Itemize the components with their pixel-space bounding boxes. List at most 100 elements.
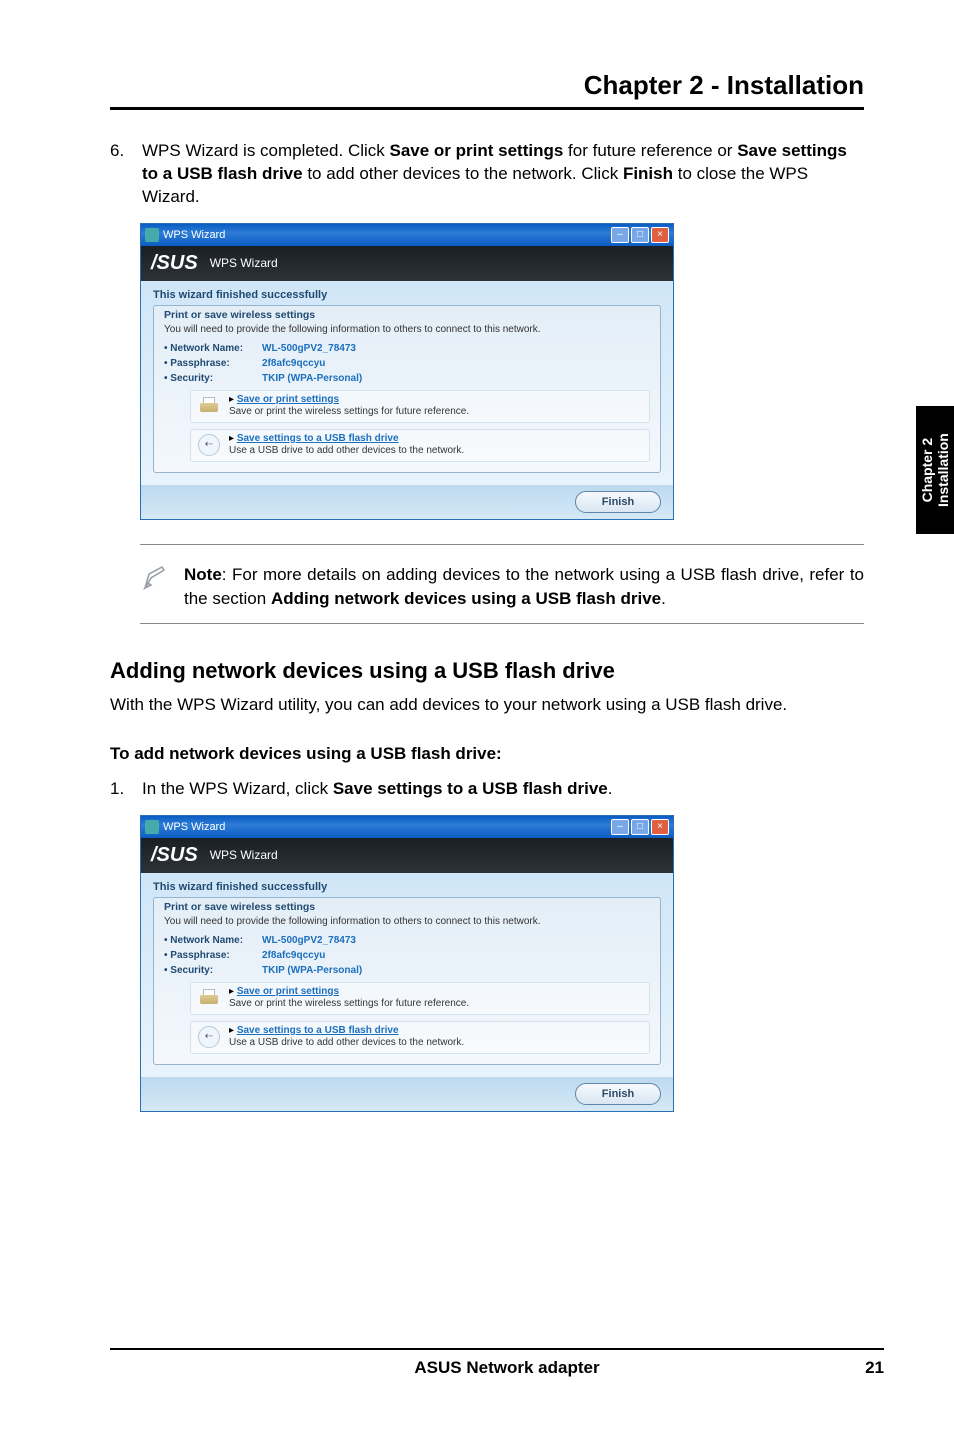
note-t2: . <box>661 589 666 608</box>
save-usb-link-2[interactable]: Save settings to a USB flash drive <box>237 1025 399 1036</box>
close-button[interactable]: × <box>651 227 669 243</box>
row-security: • Security: TKIP (WPA-Personal) <box>164 373 650 384</box>
wizard-footer: Finish <box>141 485 673 519</box>
label-passphrase: • Passphrase: <box>164 358 256 369</box>
wps-wizard-dialog-1: WPS Wizard – □ × /SUS WPS Wizard This wi… <box>140 223 674 520</box>
step-6-number: 6. <box>110 140 128 209</box>
step-6-text: WPS Wizard is completed. Click Save or p… <box>142 140 864 209</box>
finish-button-2[interactable]: Finish <box>575 1083 661 1105</box>
save-usb-desc-2: Use a USB drive to add other devices to … <box>229 1037 464 1048</box>
minimize-button-2[interactable]: – <box>611 819 629 835</box>
save-print-desc: Save or print the wireless settings for … <box>229 406 469 417</box>
titlebar-2[interactable]: WPS Wizard – □ × <box>141 816 673 838</box>
footer-rule <box>110 1348 884 1350</box>
titlebar[interactable]: WPS Wizard – □ × <box>141 224 673 246</box>
step1-post: . <box>608 779 613 798</box>
fieldset-desc: You will need to provide the following i… <box>164 324 650 335</box>
value-passphrase: 2f8afc9qccyu <box>262 358 325 369</box>
wizard-title-2: WPS Wizard <box>210 848 278 862</box>
usb-glyph-2: ⇠ <box>198 1026 220 1048</box>
action-save-print-2[interactable]: ▸ Save or print settings Save or print t… <box>190 982 650 1015</box>
action-bullet-1b: ▸ <box>229 986 234 997</box>
settings-fieldset: Print or save wireless settings You will… <box>153 305 661 473</box>
maximize-button[interactable]: □ <box>631 227 649 243</box>
wizard-title: WPS Wizard <box>210 256 278 270</box>
action-save-usb-2[interactable]: ⇠ ▸ Save settings to a USB flash drive U… <box>190 1021 650 1054</box>
save-print-link-2[interactable]: Save or print settings <box>237 986 339 997</box>
note-b2: Adding network devices using a USB flash… <box>271 589 661 608</box>
save-usb-link[interactable]: Save settings to a USB flash drive <box>237 433 399 444</box>
wps-wizard-dialog-2: WPS Wizard – □ × /SUS WPS Wizard This wi… <box>140 815 674 1112</box>
label-security-2: • Security: <box>164 965 256 976</box>
row-security-2: • Security: TKIP (WPA-Personal) <box>164 965 650 976</box>
step-1: 1. In the WPS Wizard, click Save setting… <box>110 778 864 801</box>
step-1-text: In the WPS Wizard, click Save settings t… <box>142 778 864 801</box>
label-network-name-2: • Network Name: <box>164 935 256 946</box>
side-tab-line1: Chapter 2 <box>919 438 935 503</box>
minimize-button[interactable]: – <box>611 227 629 243</box>
label-network-name: • Network Name: <box>164 343 256 354</box>
action-bullet-1: ▸ <box>229 394 234 405</box>
step1-pre: In the WPS Wizard, click <box>142 779 333 798</box>
finished-message-2: This wizard finished successfully <box>153 881 661 893</box>
fieldset-legend-2: Print or save wireless settings <box>164 901 650 913</box>
note-rule-top <box>140 544 864 545</box>
section-body: With the WPS Wizard utility, you can add… <box>110 694 864 717</box>
action-save-print[interactable]: ▸ Save or print settings Save or print t… <box>190 390 650 423</box>
label-passphrase-2: • Passphrase: <box>164 950 256 961</box>
close-button-2[interactable]: × <box>651 819 669 835</box>
wizard-header: /SUS WPS Wizard <box>141 246 673 281</box>
note-label: Note <box>184 565 222 584</box>
side-tab: Chapter 2 Installation <box>916 406 954 534</box>
action-bullet-2: ▸ <box>229 433 234 444</box>
save-print-desc-2: Save or print the wireless settings for … <box>229 998 469 1009</box>
printer-icon-2 <box>197 986 221 1010</box>
action-bullet-2b: ▸ <box>229 1025 234 1036</box>
value-network-name-2: WL-500gPV2_78473 <box>262 935 356 946</box>
settings-fieldset-2: Print or save wireless settings You will… <box>153 897 661 1065</box>
step6-b3: Finish <box>623 164 673 183</box>
value-security: TKIP (WPA-Personal) <box>262 373 362 384</box>
value-network-name: WL-500gPV2_78473 <box>262 343 356 354</box>
wizard-header-2: /SUS WPS Wizard <box>141 838 673 873</box>
finish-button[interactable]: Finish <box>575 491 661 513</box>
wizard-body-2: This wizard finished successfully Print … <box>141 873 673 1077</box>
asus-logo-2: /SUS <box>151 844 198 867</box>
page-number: 21 <box>834 1358 884 1378</box>
note-text: Note: For more details on adding devices… <box>184 563 864 611</box>
wizard-body: This wizard finished successfully Print … <box>141 281 673 485</box>
side-tab-line2: Installation <box>935 433 951 507</box>
row-passphrase-2: • Passphrase: 2f8afc9qccyu <box>164 950 650 961</box>
fieldset-legend: Print or save wireless settings <box>164 309 650 321</box>
usb-glyph: ⇠ <box>198 434 220 456</box>
row-network-name-2: • Network Name: WL-500gPV2_78473 <box>164 935 650 946</box>
section-subheading: Adding network devices using a USB flash… <box>110 658 864 684</box>
titlebar-text-2: WPS Wizard <box>163 821 225 833</box>
step6-mid2: to add other devices to the network. Cli… <box>303 164 623 183</box>
step1-b1: Save settings to a USB flash drive <box>333 779 608 798</box>
finished-message: This wizard finished successfully <box>153 289 661 301</box>
usb-icon: ⇠ <box>197 433 221 457</box>
save-usb-desc: Use a USB drive to add other devices to … <box>229 445 464 456</box>
printer-icon <box>197 394 221 418</box>
pencil-icon <box>140 563 170 593</box>
action-save-usb[interactable]: ⇠ ▸ Save settings to a USB flash drive U… <box>190 429 650 462</box>
step-6: 6. WPS Wizard is completed. Click Save o… <box>110 140 864 209</box>
usb-icon-2: ⇠ <box>197 1025 221 1049</box>
chapter-header: Chapter 2 - Installation <box>110 70 864 101</box>
note-rule-bottom <box>140 623 864 624</box>
note-block: Note: For more details on adding devices… <box>140 563 864 611</box>
header-rule <box>110 107 864 110</box>
row-network-name: • Network Name: WL-500gPV2_78473 <box>164 343 650 354</box>
value-passphrase-2: 2f8afc9qccyu <box>262 950 325 961</box>
step-1-number: 1. <box>110 778 128 801</box>
asus-logo: /SUS <box>151 252 198 275</box>
page-footer: ASUS Network adapter 21 <box>110 1348 884 1378</box>
step6-b1: Save or print settings <box>390 141 564 160</box>
maximize-button-2[interactable]: □ <box>631 819 649 835</box>
save-print-link[interactable]: Save or print settings <box>237 394 339 405</box>
app-icon <box>145 228 159 242</box>
value-security-2: TKIP (WPA-Personal) <box>262 965 362 976</box>
label-security: • Security: <box>164 373 256 384</box>
fieldset-desc-2: You will need to provide the following i… <box>164 916 650 927</box>
